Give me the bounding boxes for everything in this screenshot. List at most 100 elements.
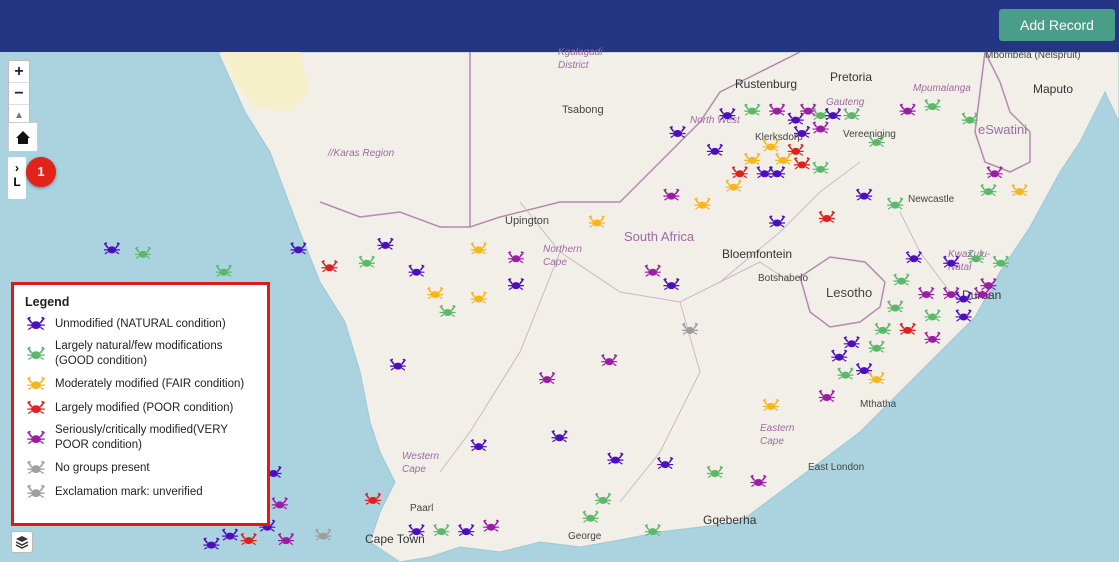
- map-marker[interactable]: [663, 277, 680, 291]
- map-marker[interactable]: [855, 188, 873, 201]
- map-marker[interactable]: [507, 277, 525, 291]
- map-marker[interactable]: [831, 349, 848, 362]
- map-marker[interactable]: [924, 331, 941, 344]
- sidebar-toggle-button[interactable]: › L: [8, 157, 26, 199]
- map-marker[interactable]: [470, 438, 487, 452]
- map-marker[interactable]: [240, 532, 257, 546]
- map-marker[interactable]: [551, 430, 568, 443]
- map-marker[interactable]: [942, 255, 960, 268]
- map-marker[interactable]: [719, 107, 736, 121]
- map-marker[interactable]: [868, 134, 885, 147]
- map-marker[interactable]: [762, 139, 780, 152]
- map-marker[interactable]: [482, 519, 500, 532]
- map-marker[interactable]: [874, 322, 891, 335]
- map-marker[interactable]: [961, 112, 979, 125]
- map-marker[interactable]: [644, 264, 661, 277]
- map-marker[interactable]: [408, 523, 425, 537]
- map-marker[interactable]: [967, 251, 985, 264]
- crab-icon: [26, 460, 46, 475]
- map-marker[interactable]: [706, 465, 724, 479]
- map-marker[interactable]: [134, 246, 152, 259]
- map-marker[interactable]: [768, 103, 786, 116]
- map-marker[interactable]: [812, 161, 829, 174]
- map-marker[interactable]: [364, 492, 382, 505]
- map-marker[interactable]: [601, 353, 618, 367]
- map-marker[interactable]: [843, 336, 860, 349]
- map-marker[interactable]: [408, 264, 425, 277]
- map-marker[interactable]: [986, 166, 1003, 179]
- map-marker[interactable]: [886, 197, 904, 210]
- map-marker[interactable]: [924, 98, 941, 112]
- zoom-in-button[interactable]: +: [9, 61, 29, 83]
- map-marker[interactable]: [389, 358, 407, 371]
- map-marker[interactable]: [775, 152, 792, 165]
- map-marker[interactable]: [818, 210, 836, 224]
- map-marker[interactable]: [582, 510, 599, 523]
- map-marker[interactable]: [706, 143, 724, 156]
- map-marker[interactable]: [277, 532, 295, 546]
- map-marker[interactable]: [315, 528, 332, 541]
- map-marker[interactable]: [899, 103, 916, 116]
- add-record-button[interactable]: Add Record: [999, 9, 1115, 41]
- map-marker[interactable]: [899, 322, 916, 335]
- map-marker[interactable]: [607, 452, 624, 465]
- map-marker[interactable]: [793, 125, 811, 139]
- map-marker[interactable]: [980, 183, 997, 197]
- map-marker[interactable]: [694, 197, 711, 210]
- map-marker[interactable]: [203, 537, 220, 550]
- map-marker[interactable]: [918, 286, 935, 300]
- map-marker[interactable]: [731, 166, 748, 179]
- map-marker[interactable]: [507, 251, 525, 264]
- map-marker[interactable]: [215, 264, 233, 277]
- map-marker[interactable]: [992, 255, 1010, 268]
- layers-button[interactable]: [11, 531, 33, 553]
- map-marker[interactable]: [321, 260, 338, 273]
- map-marker[interactable]: [588, 215, 606, 228]
- map-marker[interactable]: [905, 251, 923, 264]
- map-marker[interactable]: [358, 255, 375, 268]
- map-marker[interactable]: [439, 304, 456, 317]
- map-marker[interactable]: [768, 215, 786, 228]
- map-marker[interactable]: [886, 300, 904, 313]
- map-marker[interactable]: [663, 188, 680, 201]
- notification-badge[interactable]: 1: [26, 157, 56, 187]
- map-marker[interactable]: [1011, 183, 1028, 197]
- map-marker[interactable]: [793, 157, 811, 170]
- map-marker[interactable]: [812, 121, 829, 134]
- map-marker[interactable]: [893, 273, 910, 286]
- map-marker[interactable]: [271, 497, 288, 510]
- map-marker[interactable]: [955, 291, 972, 304]
- map-marker[interactable]: [837, 367, 854, 380]
- map-marker[interactable]: [538, 371, 556, 385]
- map-marker[interactable]: [843, 107, 860, 121]
- map-marker[interactable]: [377, 237, 394, 250]
- map-marker[interactable]: [594, 492, 612, 505]
- map-marker[interactable]: [458, 523, 475, 537]
- map-marker[interactable]: [725, 179, 742, 192]
- map-marker[interactable]: [470, 291, 487, 304]
- map-marker[interactable]: [868, 340, 885, 353]
- map-marker[interactable]: [656, 456, 674, 470]
- map-marker[interactable]: [221, 528, 239, 541]
- map-marker[interactable]: [824, 107, 842, 121]
- map-marker[interactable]: [433, 523, 450, 537]
- map-marker[interactable]: [644, 523, 661, 537]
- map-marker[interactable]: [103, 242, 121, 255]
- map-marker[interactable]: [980, 277, 997, 291]
- map-marker[interactable]: [290, 242, 307, 255]
- map-marker[interactable]: [762, 398, 780, 411]
- map-marker[interactable]: [681, 322, 699, 335]
- map-marker[interactable]: [744, 103, 761, 116]
- map-marker[interactable]: [818, 389, 836, 402]
- zoom-out-button[interactable]: −: [9, 83, 29, 105]
- map-marker[interactable]: [955, 309, 972, 322]
- map-marker[interactable]: [750, 474, 767, 487]
- map-marker[interactable]: [768, 166, 786, 179]
- map-marker[interactable]: [669, 125, 686, 139]
- home-button[interactable]: [8, 122, 38, 152]
- map-marker[interactable]: [744, 152, 761, 165]
- map-marker[interactable]: [868, 371, 885, 385]
- map-marker[interactable]: [924, 309, 941, 322]
- map-marker[interactable]: [426, 286, 444, 300]
- map-marker[interactable]: [470, 242, 487, 255]
